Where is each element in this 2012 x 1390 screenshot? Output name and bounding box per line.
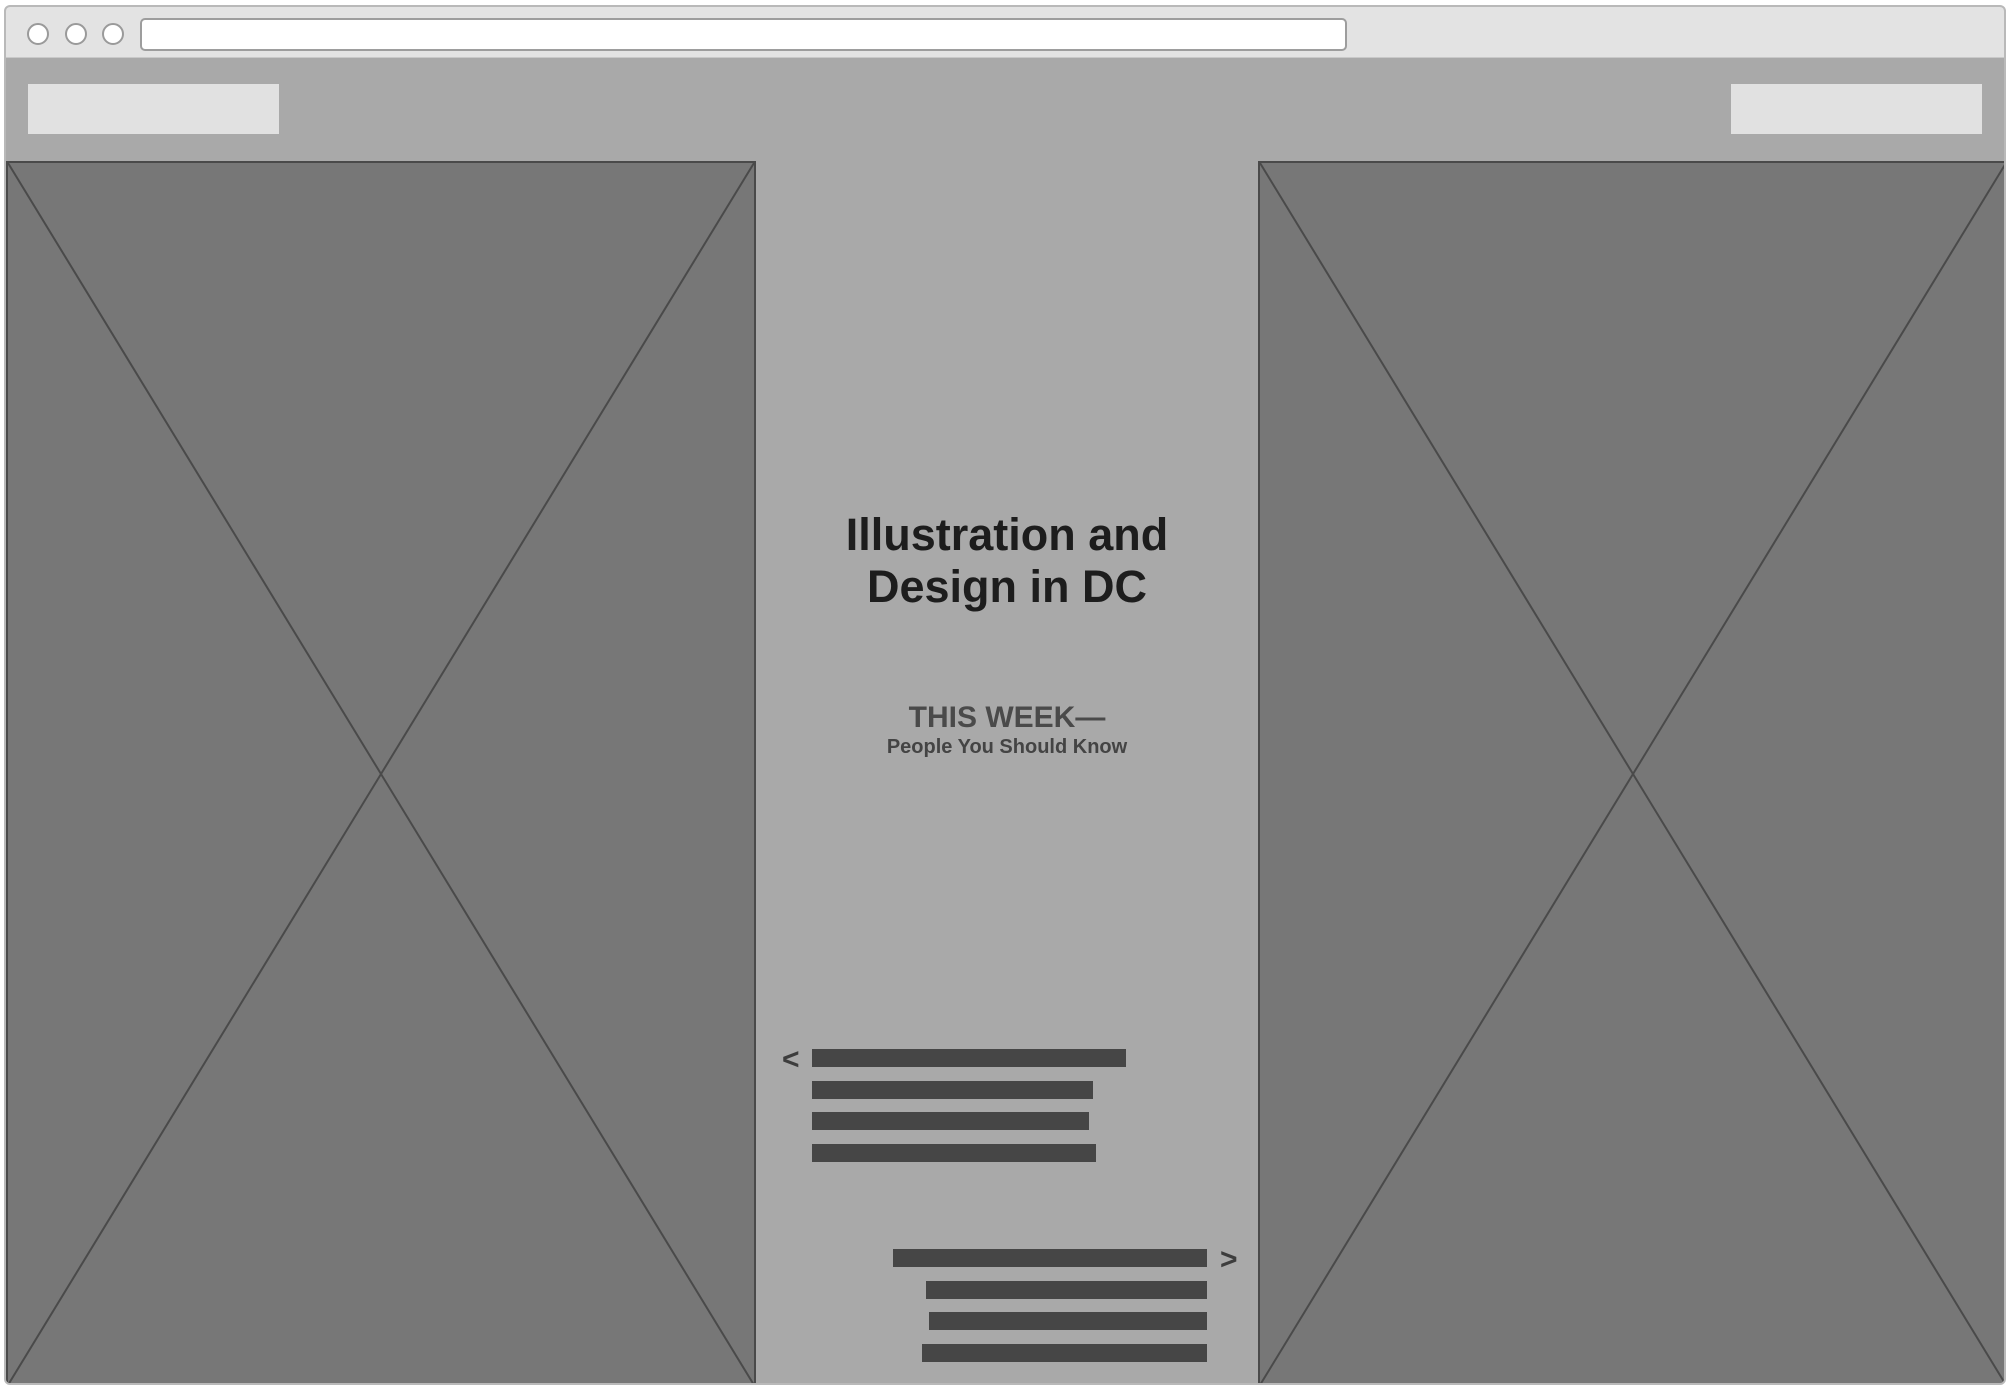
center-column: Illustration and Design in DC THIS WEEK—… xyxy=(756,161,1258,1383)
browser-chrome xyxy=(6,7,2004,58)
image-placeholder-icon xyxy=(1260,163,2004,1383)
text-line-placeholder xyxy=(812,1081,1093,1099)
text-line-placeholder xyxy=(893,1249,1207,1267)
text-line-placeholder xyxy=(926,1281,1207,1299)
right-image-placeholder[interactable] xyxy=(1258,161,2004,1383)
text-line-placeholder xyxy=(812,1144,1096,1162)
image-placeholder-icon xyxy=(8,163,754,1383)
next-arrow-button[interactable]: > xyxy=(1220,1245,1238,1275)
window-minimize-button[interactable] xyxy=(65,23,87,45)
browser-window: Illustration and Design in DC THIS WEEK—… xyxy=(4,5,2006,1385)
text-line-placeholder xyxy=(929,1312,1207,1330)
left-image-placeholder[interactable] xyxy=(6,161,756,1383)
nav-placeholder[interactable] xyxy=(1731,84,1982,134)
window-zoom-button[interactable] xyxy=(102,23,124,45)
this-week-heading: THIS WEEK— xyxy=(908,701,1106,734)
page-title-line-2: Design in DC xyxy=(866,561,1148,612)
prev-arrow-button[interactable]: < xyxy=(782,1045,800,1075)
this-week-subtitle: People You Should Know xyxy=(886,736,1128,758)
text-line-placeholder xyxy=(812,1112,1089,1130)
site-header xyxy=(6,58,2004,161)
address-bar[interactable] xyxy=(140,18,1347,51)
page-title-line-1: Illustration and xyxy=(845,509,1169,560)
window-close-button[interactable] xyxy=(27,23,49,45)
text-line-placeholder xyxy=(812,1049,1126,1067)
page-title: Illustration and Design in DC xyxy=(756,509,1258,613)
logo-placeholder[interactable] xyxy=(28,84,279,134)
text-line-placeholder xyxy=(922,1344,1207,1362)
